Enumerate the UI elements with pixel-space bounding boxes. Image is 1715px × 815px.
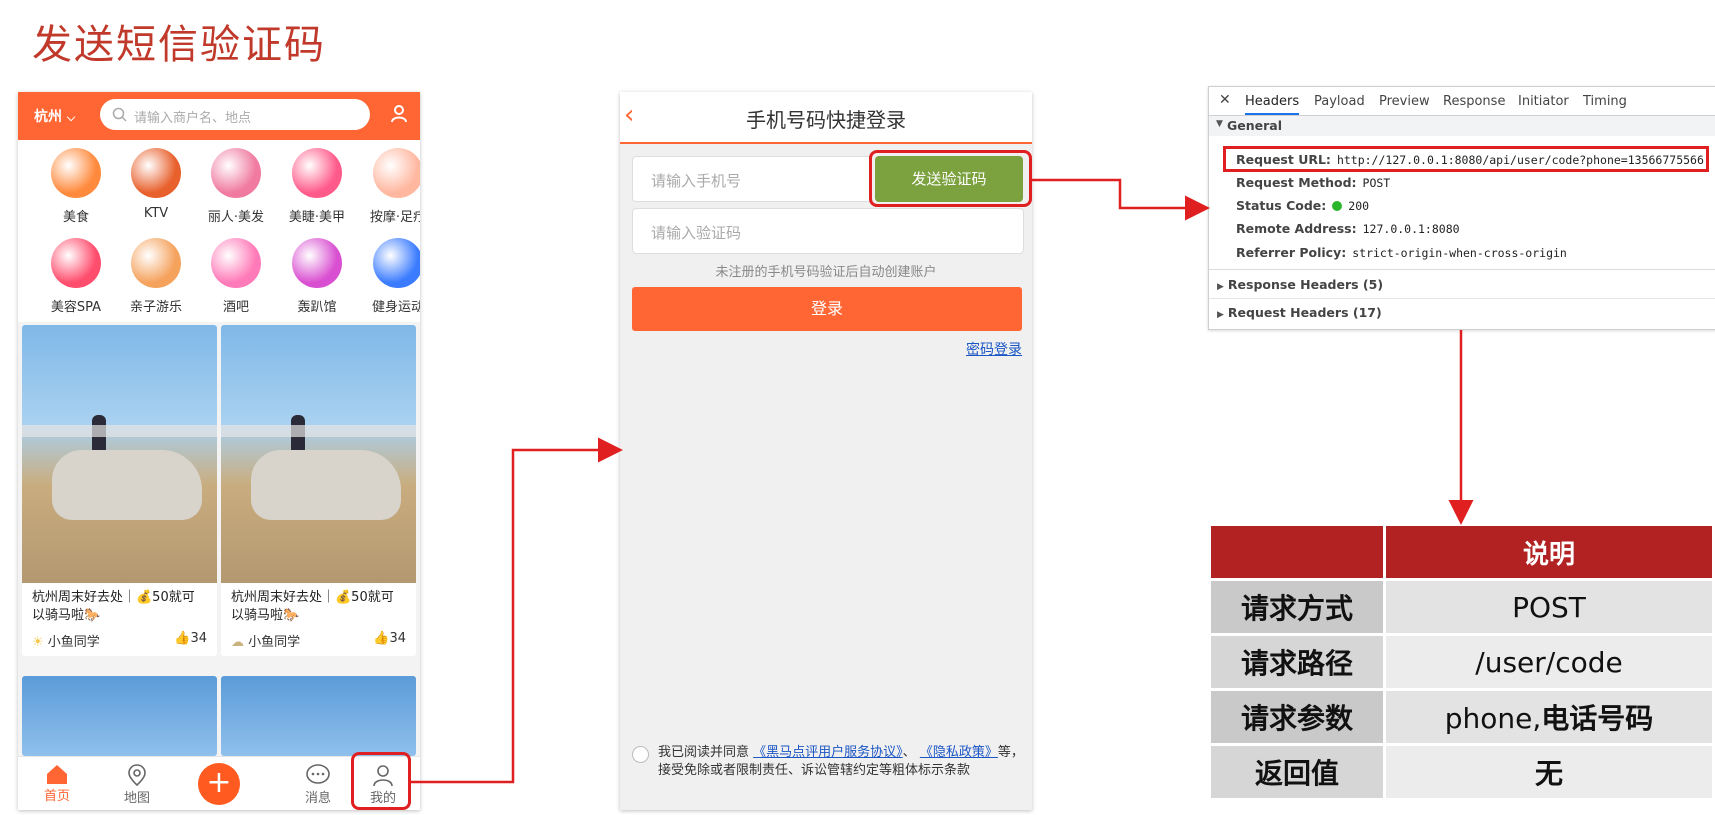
arrow-mine-to-login — [411, 437, 623, 784]
flow-arrows — [411, 178, 1474, 784]
arrow-sendcode-to-devtools — [1032, 178, 1210, 221]
